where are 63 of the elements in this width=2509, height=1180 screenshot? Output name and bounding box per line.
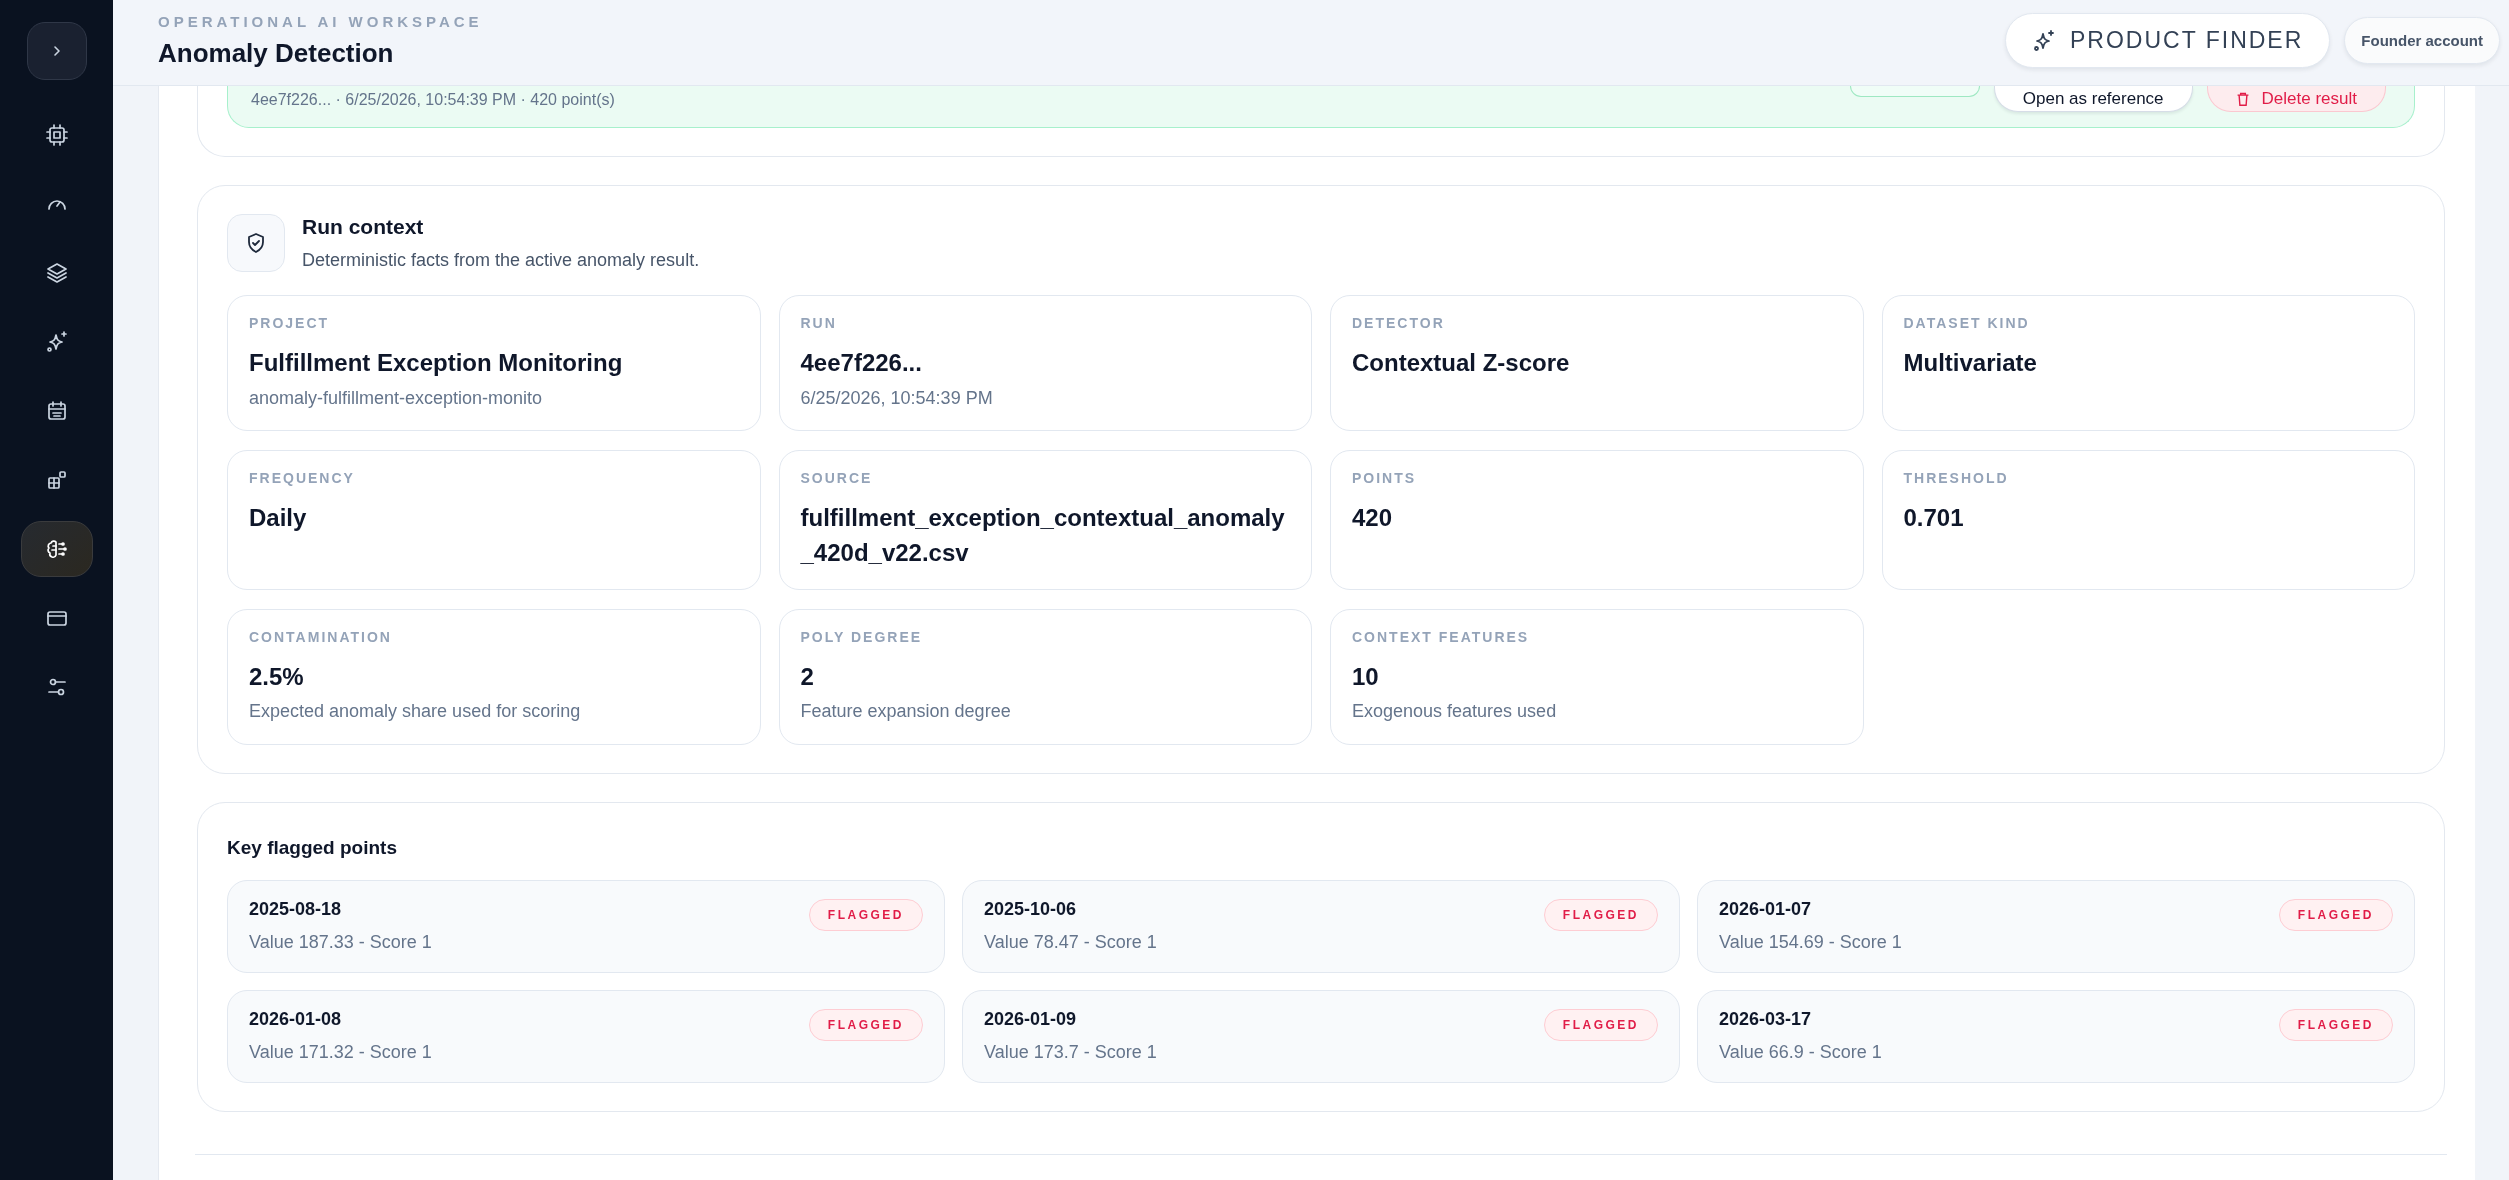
- point-date: 2025-10-06: [984, 898, 1078, 920]
- fact-value: 2.5%: [249, 661, 305, 692]
- fact-value: 420: [1352, 503, 1394, 533]
- fact-label: CONTAMINATION: [249, 628, 393, 645]
- fact-label: FREQUENCY: [249, 470, 356, 486]
- flagged-badge: FLAGGED: [1543, 1008, 1658, 1041]
- fact-label: THRESHOLD: [1903, 470, 2010, 486]
- section-subtitle: Deterministic facts from the active anomaly result.: [302, 250, 700, 271]
- flagged-badge: FLAGGED: [1543, 898, 1658, 931]
- fact-label: PROJECT: [249, 315, 331, 331]
- point-summary: Value 154.69 - Score 1: [1719, 931, 1902, 953]
- fact-value: 4ee7f226...: [800, 348, 923, 378]
- section-title: Key flagged points: [227, 836, 398, 859]
- fact-detail: Expected anomaly share used for scoring: [249, 701, 582, 723]
- point-date: 2026-03-17: [1719, 1008, 1813, 1030]
- fact-value: Fulfillment Exception Monitoring: [249, 348, 624, 378]
- page-title: Anomaly Detection: [158, 38, 395, 69]
- fact-value: 0.701: [1903, 503, 1965, 533]
- flagged-badge: FLAGGED: [2278, 898, 2393, 931]
- fact-label: DATASET KIND: [1903, 315, 2031, 331]
- trash-icon: [2235, 90, 2250, 107]
- account-button[interactable]: Founder account: [2344, 17, 2500, 64]
- fact-detail: 6/25/2026, 10:54:39 PM: [800, 387, 994, 409]
- fact-value: Daily: [249, 503, 308, 533]
- fact-label: SOURCE: [800, 470, 874, 486]
- shield-check-icon: [227, 214, 285, 272]
- fact-value: Multivariate: [1903, 348, 2038, 378]
- flagged-badge: FLAGGED: [808, 898, 923, 931]
- sparkle-icon: [2032, 28, 2056, 53]
- point-summary: Value 78.47 - Score 1: [984, 931, 1157, 953]
- fact-label: RUN: [800, 315, 838, 331]
- fact-value: 2: [800, 661, 815, 692]
- chip-icon: [44, 123, 69, 147]
- result-meta: 4ee7f226... · 6/25/2026, 10:54:39 PM · 420 point(s): [251, 91, 615, 109]
- flagged-badge: FLAGGED: [2278, 1008, 2393, 1041]
- fact-label: DETECTOR: [1352, 315, 1446, 331]
- workspace-label: OPERATIONAL AI WORKSPACE: [158, 13, 483, 30]
- fact-label: POINTS: [1352, 470, 1418, 486]
- point-summary: Value 171.32 - Score 1: [249, 1041, 432, 1063]
- nav-item[interactable]: [20, 521, 93, 577]
- product-finder-button[interactable]: PRODUCT FINDER: [2005, 13, 2331, 68]
- point-date: 2025-08-18: [249, 898, 343, 920]
- point-date: 2026-01-08: [249, 1008, 343, 1030]
- fact-label: POLY DEGREE: [800, 628, 924, 645]
- point-summary: Value 187.33 - Score 1: [249, 931, 432, 953]
- point-summary: Value 173.7 - Score 1: [984, 1041, 1157, 1063]
- brain-icon: [44, 537, 69, 561]
- fact-label: CONTEXT FEATURES: [1352, 628, 1531, 645]
- flagged-badge: FLAGGED: [808, 1008, 923, 1041]
- open-reference-button[interactable]: Open as reference: [1993, 86, 2193, 112]
- point-date: 2026-01-09: [984, 1008, 1078, 1030]
- layers-icon: [44, 261, 69, 285]
- sparkle-icon: [44, 330, 69, 354]
- point-date: 2026-01-07: [1719, 898, 1813, 920]
- point-summary: Value 66.9 - Score 1: [1719, 1041, 1882, 1063]
- fact-value: Contextual Z-score: [1352, 348, 1571, 378]
- section-title: Run context: [302, 215, 425, 239]
- fact-detail: Feature expansion degree: [800, 701, 1012, 723]
- delete-result-button[interactable]: Delete result: [2206, 86, 2386, 112]
- fact-value: 10: [1352, 661, 1380, 692]
- fact-detail: anomaly-fulfillment-exception-monito: [249, 387, 544, 409]
- fact-value: fulfillment_exception_contextual_anomaly_420d_v22.csv: [800, 503, 1286, 568]
- fact-detail: Exogenous features used: [1352, 701, 1558, 723]
